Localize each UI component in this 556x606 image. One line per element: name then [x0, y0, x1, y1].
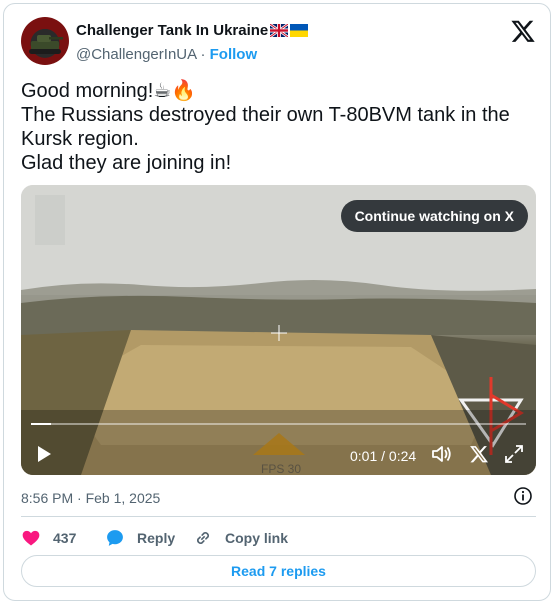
play-icon[interactable] — [34, 444, 54, 464]
progress-bar[interactable] — [31, 423, 526, 425]
heart-icon — [22, 530, 40, 546]
reply-label: Reply — [137, 530, 176, 546]
read-replies-button[interactable]: Read 7 replies — [21, 555, 536, 587]
ukraine-flag-icon — [290, 24, 309, 37]
author-handle-row: @ChallengerInUA · Follow — [76, 46, 257, 63]
x-logo-icon[interactable] — [510, 18, 536, 44]
tweet-timestamp[interactable]: 8:56 PM · Feb 1, 2025 — [21, 490, 160, 506]
continue-watching-button[interactable]: Continue watching on X — [340, 200, 528, 232]
like-count: 437 — [53, 530, 77, 546]
tweet-card: Challenger Tank In Ukraine @ChallengerIn… — [3, 3, 551, 601]
reply-button[interactable]: Reply — [105, 526, 175, 550]
divider — [21, 516, 536, 517]
author-name-row[interactable]: Challenger Tank In Ukraine — [76, 22, 309, 39]
copy-link-button[interactable]: Copy link — [193, 526, 288, 550]
follow-button[interactable]: Follow — [210, 46, 258, 63]
volume-icon[interactable] — [431, 444, 453, 464]
video-time: 0:01 / 0:24 — [350, 448, 417, 464]
tweet-text: Good morning!☕🔥 The Russians destroyed t… — [21, 80, 510, 174]
separator: · — [196, 46, 210, 63]
fullscreen-icon[interactable] — [504, 444, 524, 464]
reply-bubble-icon — [107, 530, 123, 546]
uk-flag-icon — [270, 24, 289, 37]
video-overlay-text: FPS 30 — [261, 462, 302, 475]
x-logo-video-icon[interactable] — [469, 444, 489, 464]
link-icon — [197, 532, 209, 544]
avatar[interactable] — [21, 17, 69, 65]
like-button[interactable]: 437 — [21, 526, 76, 550]
author-name[interactable]: Challenger Tank In Ukraine — [76, 22, 268, 39]
video-player[interactable]: FPS 30 Continue watching on X 0:01 / 0:2… — [21, 185, 536, 475]
copy-link-label: Copy link — [225, 530, 289, 546]
author-handle[interactable]: @ChallengerInUA — [76, 46, 196, 63]
progress-fill — [31, 423, 51, 425]
info-icon[interactable] — [513, 486, 533, 506]
